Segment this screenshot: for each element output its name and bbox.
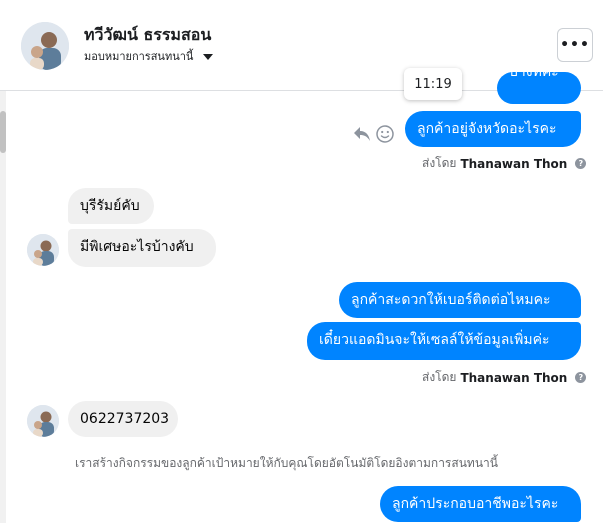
message-incoming[interactable]: บุรีรัมย์คับ [68, 188, 154, 224]
message-text: 0622737203 [80, 411, 170, 427]
sent-by-prefix: ส่งโดย [422, 370, 457, 384]
scrollbar[interactable] [0, 91, 6, 523]
more-icon: ••• [560, 37, 590, 53]
emoji-icon[interactable] [375, 124, 395, 144]
message-incoming[interactable]: มีพิเศษอะไรบ้างคับ [68, 229, 216, 267]
message-text: เดี๋ยวแอดมินจะให้เซลล์ให้ข้อมูลเพิ่มค่ะ [319, 332, 550, 348]
sent-by-prefix: ส่งโดย [422, 156, 457, 170]
help-icon[interactable]: ? [575, 372, 587, 383]
sender-name: Thanawan Thon [460, 156, 568, 171]
sent-by-label: ส่งโดย Thanawan Thon ? [422, 368, 587, 387]
message-outgoing[interactable]: ลูกค้าสะดวกให้เบอร์ติดต่อไหมคะ [339, 282, 581, 318]
sent-by-label: ส่งโดย Thanawan Thon ? [422, 154, 587, 173]
help-icon[interactable]: ? [575, 158, 587, 169]
timestamp: 11:19 [414, 76, 452, 92]
contact-avatar[interactable] [21, 22, 69, 70]
message-outgoing[interactable]: บางที่ค่ะ [497, 72, 581, 104]
message-outgoing[interactable]: เดี๋ยวแอดมินจะให้เซลล์ให้ข้อมูลเพิ่มค่ะ [307, 322, 581, 360]
message-text: ลูกค้าสะดวกให้เบอร์ติดต่อไหมคะ [351, 292, 551, 308]
caret-down-icon [203, 53, 214, 60]
assign-conversation-dropdown[interactable]: มอบหมายการสนทนานี้ [84, 47, 214, 65]
contact-name: ทวีวัฒน์ ธรรมสอน [84, 25, 212, 44]
contact-avatar[interactable] [27, 405, 59, 437]
message-text: บางที่ค่ะ [509, 72, 559, 80]
scrollbar-thumb[interactable] [0, 111, 6, 153]
contact-avatar[interactable] [27, 234, 59, 266]
assign-label: มอบหมายการสนทนานี้ [84, 50, 194, 63]
timestamp-tooltip: 11:19 [404, 68, 462, 100]
more-options-button[interactable]: ••• [557, 28, 593, 62]
reply-icon[interactable] [352, 124, 372, 144]
message-text: ลูกค้าประกอบอาชีพอะไรคะ [392, 496, 559, 512]
automation-notice: เราสร้างกิจกรรมของลูกค้าเป้าหมายให้กับคุ… [75, 456, 498, 470]
message-text: มีพิเศษอะไรบ้างคับ [80, 239, 194, 255]
message-incoming[interactable]: 0622737203 [68, 401, 178, 437]
message-outgoing[interactable]: ลูกค้าประกอบอาชีพอะไรคะ [380, 486, 581, 522]
message-text: บุรีรัมย์คับ [80, 198, 140, 214]
sender-name: Thanawan Thon [460, 370, 568, 385]
message-outgoing[interactable]: ลูกค้าอยู่จังหวัดอะไรคะ [405, 111, 581, 147]
message-text: ลูกค้าอยู่จังหวัดอะไรคะ [417, 121, 557, 137]
